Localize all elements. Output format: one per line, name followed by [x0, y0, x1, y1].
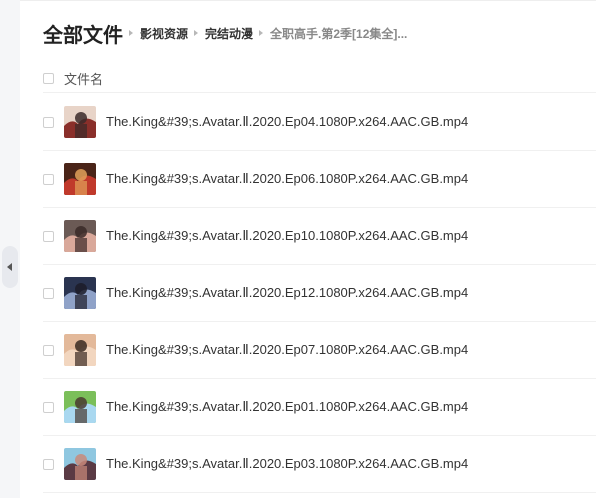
- file-row[interactable]: The.King&#39;s.Avatar.Ⅱ.2020.Ep03.1080P.…: [43, 436, 596, 493]
- file-name[interactable]: The.King&#39;s.Avatar.Ⅱ.2020.Ep06.1080P.…: [106, 171, 468, 187]
- breadcrumb-item-video-resources[interactable]: 影视资源: [140, 25, 188, 42]
- breadcrumb: 全部文件 影视资源 完结动漫 全职高手.第2季[12集全]...: [43, 18, 407, 48]
- video-thumbnail: [64, 220, 96, 252]
- file-row-checkbox[interactable]: [43, 173, 54, 185]
- file-row-checkbox[interactable]: [43, 458, 54, 470]
- file-row-checkbox[interactable]: [43, 287, 54, 299]
- breadcrumb-separator-icon: [194, 30, 199, 36]
- breadcrumb-root[interactable]: 全部文件: [43, 19, 123, 48]
- video-thumbnail: [64, 163, 96, 195]
- select-all-checkbox[interactable]: [43, 72, 54, 84]
- breadcrumb-item-completed-anime[interactable]: 完结动漫: [205, 25, 253, 42]
- file-row[interactable]: The.King&#39;s.Avatar.Ⅱ.2020.Ep01.1080P.…: [43, 379, 596, 436]
- file-list: The.King&#39;s.Avatar.Ⅱ.2020.Ep04.1080P.…: [43, 94, 596, 493]
- video-thumbnail: [64, 277, 96, 309]
- file-row-checkbox[interactable]: [43, 401, 54, 413]
- caret-left-icon: [7, 263, 12, 271]
- column-header-filename[interactable]: 文件名: [64, 69, 103, 88]
- file-row[interactable]: The.King&#39;s.Avatar.Ⅱ.2020.Ep07.1080P.…: [43, 322, 596, 379]
- file-browser-page: 全部文件 影视资源 完结动漫 全职高手.第2季[12集全]... 文件名 The…: [0, 0, 596, 498]
- file-row[interactable]: The.King&#39;s.Avatar.Ⅱ.2020.Ep04.1080P.…: [43, 94, 596, 151]
- file-name[interactable]: The.King&#39;s.Avatar.Ⅱ.2020.Ep03.1080P.…: [106, 456, 468, 472]
- file-row-checkbox[interactable]: [43, 230, 54, 242]
- file-list-header: 文件名: [43, 64, 596, 93]
- file-name[interactable]: The.King&#39;s.Avatar.Ⅱ.2020.Ep04.1080P.…: [106, 114, 468, 130]
- file-row[interactable]: The.King&#39;s.Avatar.Ⅱ.2020.Ep12.1080P.…: [43, 265, 596, 322]
- file-name[interactable]: The.King&#39;s.Avatar.Ⅱ.2020.Ep07.1080P.…: [106, 342, 468, 358]
- file-name[interactable]: The.King&#39;s.Avatar.Ⅱ.2020.Ep10.1080P.…: [106, 228, 468, 244]
- file-row[interactable]: The.King&#39;s.Avatar.Ⅱ.2020.Ep10.1080P.…: [43, 208, 596, 265]
- file-row-checkbox[interactable]: [43, 116, 54, 128]
- video-thumbnail: [64, 334, 96, 366]
- file-row-checkbox[interactable]: [43, 344, 54, 356]
- sidebar-gutter: [0, 0, 20, 498]
- file-name[interactable]: The.King&#39;s.Avatar.Ⅱ.2020.Ep12.1080P.…: [106, 285, 468, 301]
- video-thumbnail: [64, 106, 96, 138]
- file-row[interactable]: The.King&#39;s.Avatar.Ⅱ.2020.Ep06.1080P.…: [43, 151, 596, 208]
- breadcrumb-item-current-folder: 全职高手.第2季[12集全]...: [270, 26, 408, 41]
- video-thumbnail: [64, 391, 96, 423]
- breadcrumb-separator-icon: [259, 30, 264, 36]
- file-name[interactable]: The.King&#39;s.Avatar.Ⅱ.2020.Ep01.1080P.…: [106, 399, 468, 415]
- video-thumbnail: [64, 448, 96, 480]
- sidebar-collapse-handle[interactable]: [2, 246, 18, 288]
- breadcrumb-separator-icon: [129, 30, 133, 36]
- top-divider: [20, 0, 596, 1]
